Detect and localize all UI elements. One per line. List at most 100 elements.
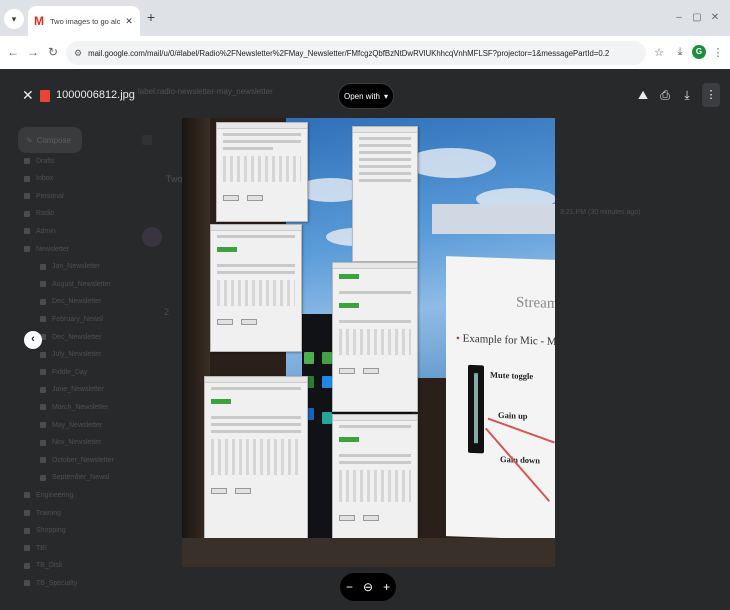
sidebar-item-label: September_Newsl [52,474,110,482]
sidebar-item-label: Dec_Newsletter [52,333,102,341]
row [223,133,301,136]
url-text: mail.google.com/mail/u/0/#label/Radio%2F… [88,48,610,58]
row [359,144,411,147]
download-icon[interactable]: ⤓ [673,46,687,59]
tab-search-icon[interactable]: ▾ [4,9,24,29]
photo-preview: Stream D • Example for Mic - Mute Mute t… [182,118,555,567]
label-icon [40,404,46,411]
forward-icon[interactable]: → [26,45,40,59]
reload-icon[interactable]: ↻ [46,45,60,59]
sidebar-item-dimmed: Training [24,507,61,519]
address-bar[interactable]: ⚙ mail.google.com/mail/u/0/#label/Radio%… [66,41,646,65]
more-options-icon[interactable]: ⋮ [702,83,720,107]
sliders [217,280,295,306]
grn [339,274,359,279]
sliders [339,329,411,355]
back-icon[interactable]: ← [6,45,20,59]
download-file-icon[interactable]: ⤓ [680,88,694,103]
sidebar-item-dimmed: February_Newsl [40,313,103,325]
slide-bullet: • Example for Mic - Mute [456,332,555,348]
sidebar-item-label: March_Newsletter [52,403,109,411]
minimize-icon[interactable]: – [672,12,686,23]
zoom-in-icon[interactable]: + [380,580,394,594]
btn [235,488,251,494]
label-icon [40,351,46,358]
sender-avatar-dimmed [142,227,162,247]
sidebar-item-label: Training [36,509,62,517]
row [223,140,301,143]
bar [217,123,307,129]
label-icon [40,457,46,464]
bg-text: 2 [164,307,170,317]
bg-row [142,135,152,145]
window-titlebar [432,204,555,234]
sidebar-item-label: Drafts [36,157,55,165]
compose-button-dimmed: ✎ Compose [18,127,82,153]
add-to-drive-icon[interactable]: ⛰ [636,88,650,103]
open-with-button[interactable]: Open with ▾ [338,83,394,109]
row [211,387,301,390]
caret-down-icon: ▾ [384,91,389,101]
label-icon [40,298,46,305]
zoom-reset-icon[interactable]: ⊖ [361,580,375,594]
btn [211,488,227,494]
tile [322,412,332,424]
row [359,158,411,161]
compose-label: Compose [36,135,71,145]
desk [182,538,555,567]
label-icon [24,193,30,200]
sidebar-item-dimmed: Fiddle_Day [40,366,87,378]
sidebar-item-label: Dec_Newsletter [52,298,102,306]
image-file-icon [40,90,50,102]
sidebar-item-dimmed: March_Newsletter [40,401,108,413]
window-close-icon[interactable]: ✕ [708,12,722,23]
sliders [223,156,301,182]
row [339,291,411,294]
grn [339,437,359,442]
sidebar-item-dimmed: August_Newsletter [40,278,111,290]
tab-active[interactable]: M Two images to go along with t ✕ [28,6,140,36]
previous-image-icon[interactable]: ‹ [24,331,42,349]
sidebar-item-label: August_Newsletter [52,280,111,288]
search-hint-dimmed: label:radio-newsletter-may_newsletter [138,87,273,96]
slide-title: Stream D [516,294,555,313]
bookmark-star-icon[interactable]: ☆ [652,46,666,59]
file-name: 1000006812.jpg [56,89,135,101]
gmail-icon: M [34,14,44,28]
sidebar-item-dimmed: Shopping [24,525,66,537]
row [339,461,411,464]
maximize-icon[interactable]: ▢ [690,12,704,23]
print-icon[interactable]: ⎙ [658,88,672,103]
row [339,320,411,323]
label-icon [40,474,46,481]
row [339,425,411,428]
sidebar-item-dimmed: June_Newsletter [40,384,104,396]
streamdeck-icons [468,364,484,454]
grn [217,247,237,252]
profile-avatar[interactable]: G [692,45,706,59]
mixer-dialog [332,262,418,412]
sidebar-item-label: June_Newsletter [52,386,105,394]
sidebar-item-dimmed: Dec_Newsletter [40,331,101,343]
sidebar-item-dimmed: Radio [24,208,54,220]
browser-menu-icon[interactable]: ⋮ [711,46,725,59]
sliders [211,439,301,475]
sidebar-item-label: Newsletter [36,245,70,253]
new-tab-icon[interactable]: + [144,10,158,25]
label-icon [40,281,46,288]
sidebar-item-dimmed: Jan_Newsletter [40,261,100,273]
bar [333,263,417,269]
browser-toolbar: ← → ↻ ⚙ mail.google.com/mail/u/0/#label/… [0,36,730,69]
close-viewer-icon[interactable]: ✕ [22,87,34,104]
zoom-out-icon[interactable]: − [342,580,356,594]
time-dimmed: 3:21 PM (30 minutes ago) [560,209,641,216]
sidebar-item-label: Shopping [36,527,66,535]
sidebar-item-label: TB_Disk [36,562,63,570]
btn [241,319,257,325]
label-icon [40,386,46,393]
mixer-dialog [210,224,302,352]
row [359,172,411,175]
label-icon [24,510,30,516]
tab-close-icon[interactable]: ✕ [124,16,134,27]
site-info-icon[interactable]: ⚙ [74,48,82,59]
